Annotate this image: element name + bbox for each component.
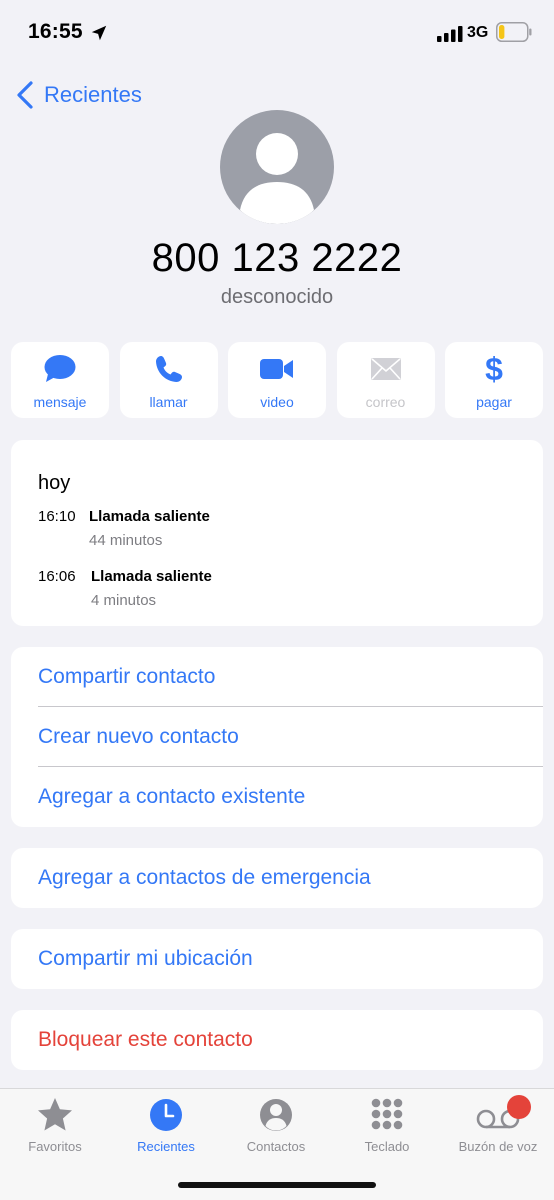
tab-keypad[interactable]: Teclado (332, 1095, 442, 1154)
tab-favorites[interactable]: Favoritos (0, 1095, 110, 1154)
tab-contacts[interactable]: Contactos (221, 1095, 331, 1154)
tab-label: Teclado (364, 1139, 410, 1154)
home-indicator (178, 1182, 376, 1188)
pay-button[interactable]: $ pagar (445, 342, 543, 418)
back-button-label: Recientes (44, 82, 142, 107)
status-bar: 16:55 3G (0, 0, 554, 66)
keypad-icon (371, 1098, 403, 1130)
emergency-group: Agregar a contactos de emergencia (11, 848, 543, 908)
call-history-card: hoy 16:10 Llamada saliente 44 minutos 16… (11, 440, 543, 626)
pay-button-label: pagar (476, 394, 512, 410)
share-contact-button[interactable]: Compartir contacto (11, 647, 543, 707)
location-arrow-icon (91, 25, 107, 41)
call-type: Llamada saliente (89, 508, 210, 525)
cellular-signal-icon (437, 26, 463, 42)
call-duration: 4 minutos (91, 592, 157, 609)
call-duration: 44 minutos (89, 532, 163, 549)
location-group: Compartir mi ubicación (11, 929, 543, 989)
mail-button[interactable]: correo (336, 342, 435, 418)
tab-label: Buzón de voz (458, 1139, 538, 1154)
phone-icon (155, 356, 182, 382)
tab-label: Contactos (246, 1139, 306, 1154)
tab-label: Favoritos (28, 1139, 82, 1154)
video-button-label: video (260, 394, 294, 410)
voicemail-badge (507, 1095, 531, 1119)
block-group: Bloquear este contacto (11, 1010, 543, 1070)
mail-button-label: correo (365, 394, 406, 410)
contact-label: desconocido (220, 286, 334, 308)
call-history-date: hoy (38, 472, 71, 494)
tab-recents[interactable]: Recientes (111, 1095, 221, 1154)
envelope-icon (370, 358, 401, 380)
star-icon (38, 1098, 72, 1131)
person-circle-icon (260, 1099, 292, 1131)
add-emergency-contact-button[interactable]: Agregar a contactos de emergencia (11, 848, 543, 908)
quick-actions: mensaje llamar video correo $ pagar (11, 342, 543, 418)
call-time: 16:06 (38, 568, 76, 585)
video-button[interactable]: video (228, 342, 326, 418)
video-camera-icon (260, 359, 293, 379)
back-button[interactable]: Recientes (14, 78, 142, 112)
dollar-icon: $ (485, 351, 503, 387)
call-time: 16:10 (38, 508, 76, 525)
message-button[interactable]: mensaje (11, 342, 109, 418)
message-button-label: mensaje (33, 394, 87, 410)
tab-label: Recientes (137, 1139, 195, 1154)
call-button-label: llamar (149, 394, 188, 410)
create-contact-button[interactable]: Crear nuevo contacto (11, 707, 543, 767)
contact-avatar (220, 110, 334, 224)
contact-options-group: Compartir contacto Crear nuevo contacto … (11, 647, 543, 827)
battery-icon (496, 22, 532, 42)
clock-icon (150, 1099, 182, 1131)
call-button[interactable]: llamar (119, 342, 218, 418)
tab-voicemail[interactable]: Buzón de voz (443, 1095, 553, 1154)
call-type: Llamada saliente (91, 568, 212, 585)
status-time: 16:55 (28, 20, 83, 43)
network-type: 3G (467, 24, 489, 41)
add-to-existing-contact-button[interactable]: Agregar a contacto existente (11, 767, 543, 827)
person-silhouette-icon (240, 133, 314, 224)
share-location-button[interactable]: Compartir mi ubicación (11, 929, 543, 989)
message-bubble-icon (44, 355, 76, 382)
block-contact-button[interactable]: Bloquear este contacto (11, 1010, 543, 1070)
contact-phone-number: 800 123 2222 (151, 236, 403, 280)
chevron-left-icon (17, 81, 33, 109)
